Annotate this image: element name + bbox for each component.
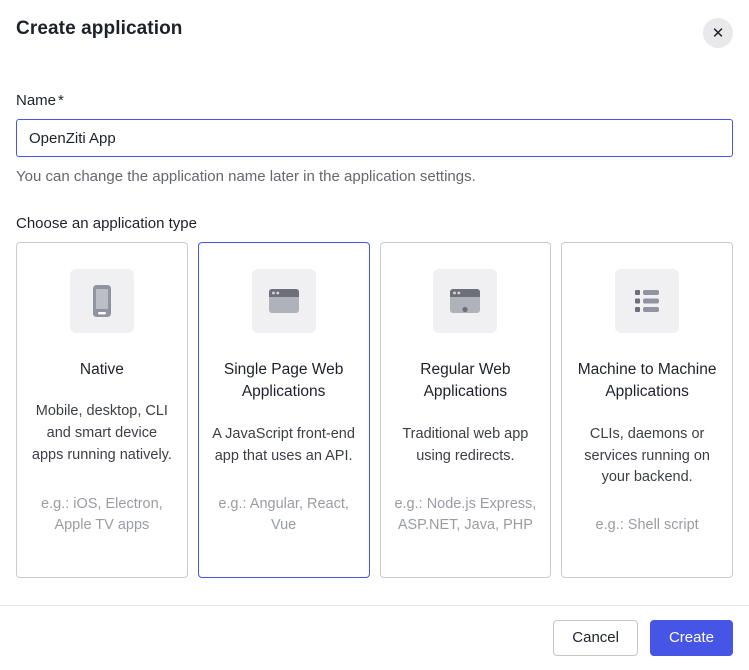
application-type-card-spa[interactable]: Single Page Web Applications A JavaScrip… xyxy=(198,242,370,578)
name-helper-text: You can change the application name late… xyxy=(16,168,733,185)
cancel-button[interactable]: Cancel xyxy=(553,620,638,656)
card-description: Traditional web app using redirects. xyxy=(394,424,538,468)
card-title: Native xyxy=(80,359,124,381)
card-description: Mobile, desktop, CLI and smart device ap… xyxy=(30,401,174,466)
card-example: e.g.: Shell script xyxy=(596,515,699,537)
name-label: Name* xyxy=(16,92,733,109)
card-description: A JavaScript front-end app that uses an … xyxy=(212,424,356,468)
modal-title: Create application xyxy=(16,18,183,40)
application-type-card-regular-web[interactable]: Regular Web Applications Traditional web… xyxy=(380,242,552,578)
required-marker: * xyxy=(58,92,64,109)
modal-header: Create application ✕ xyxy=(0,0,749,48)
card-title: Regular Web Applications xyxy=(394,359,538,404)
close-button[interactable]: ✕ xyxy=(703,18,733,48)
create-application-modal: Create application ✕ Name* You can chang… xyxy=(0,0,749,670)
card-title: Machine to Machine Applications xyxy=(575,359,719,404)
card-description: CLIs, daemons or services running on you… xyxy=(575,424,719,489)
application-type-label: Choose an application type xyxy=(16,215,733,232)
card-example: e.g.: iOS, Electron, Apple TV apps xyxy=(30,494,174,538)
application-type-card-native[interactable]: Native Mobile, desktop, CLI and smart de… xyxy=(16,242,188,578)
card-title: Single Page Web Applications xyxy=(212,359,356,404)
modal-body: Name* You can change the application nam… xyxy=(0,92,749,578)
application-type-card-m2m[interactable]: Machine to Machine Applications CLIs, da… xyxy=(561,242,733,578)
browser-window-icon xyxy=(252,269,316,333)
card-example: e.g.: Node.js Express, ASP.NET, Java, PH… xyxy=(394,494,538,538)
application-name-input[interactable] xyxy=(16,119,733,157)
card-example: e.g.: Angular, React, Vue xyxy=(212,494,356,538)
list-icon xyxy=(615,269,679,333)
close-icon: ✕ xyxy=(712,26,725,41)
create-button[interactable]: Create xyxy=(650,620,733,656)
application-type-cards: Native Mobile, desktop, CLI and smart de… xyxy=(16,242,733,578)
web-server-icon xyxy=(433,269,497,333)
mobile-phone-icon xyxy=(70,269,134,333)
modal-footer: Cancel Create xyxy=(0,605,749,670)
